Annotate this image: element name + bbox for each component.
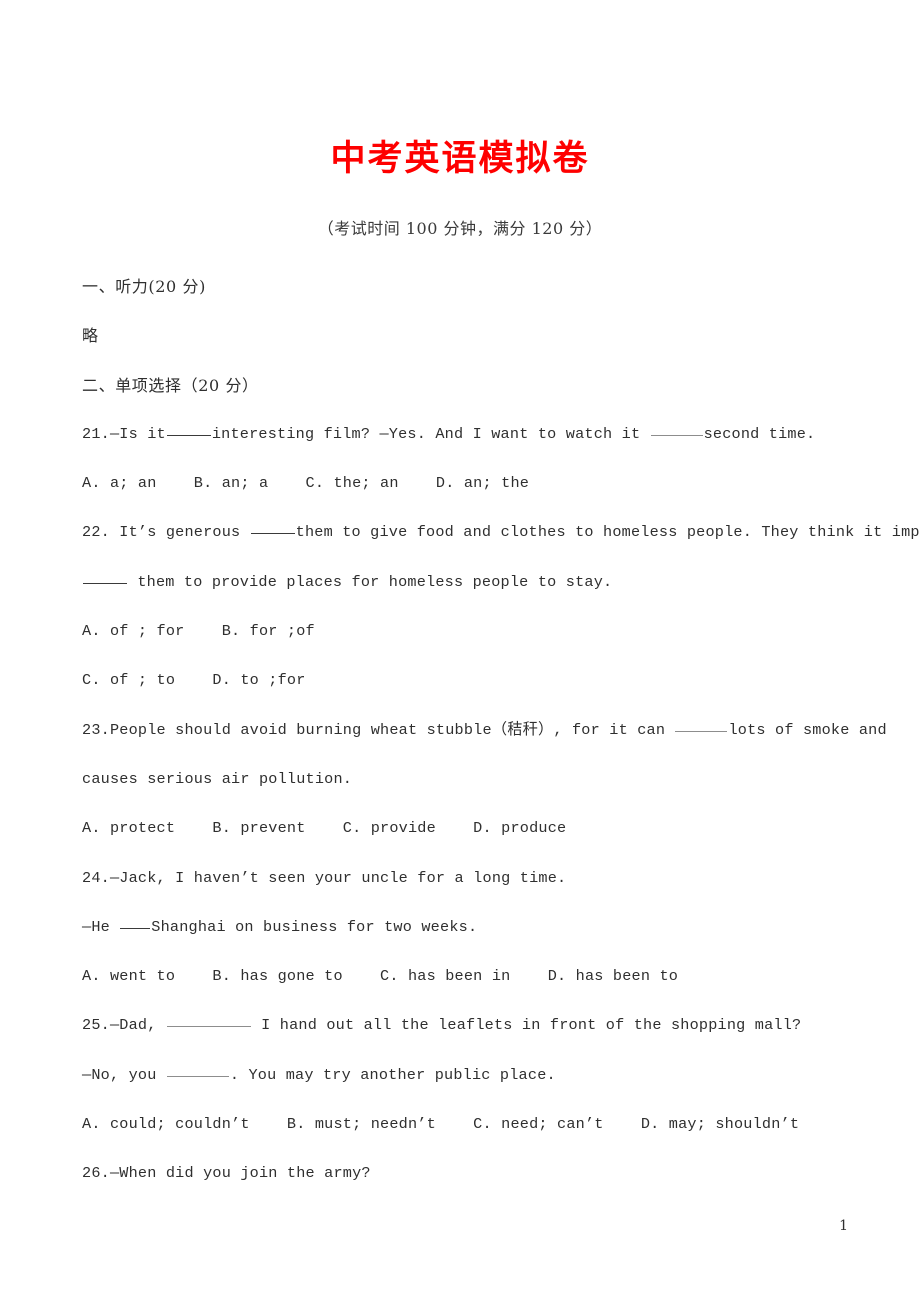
question-24-stem-line-2: —He Shanghai on business for two weeks. (82, 903, 842, 952)
question-21-blank-2 (650, 424, 703, 436)
page-number: 1 (839, 1218, 848, 1234)
question-25-blank-1 (166, 1015, 251, 1028)
question-24-stem-line-1: 24.—Jack, I haven’t seen your uncle for … (82, 868, 567, 887)
question-25-stem-line-1: 25.—Dad, I hand out all the leaflets in … (82, 1001, 842, 1050)
question-21-stem-part-b: interesting film? —Yes. And I want to wa… (211, 424, 650, 443)
question-22-stem-part-a: 22. It’s generous (82, 523, 250, 542)
question-25-stem-part-b: I hand out all the leaflets in front of … (251, 1016, 802, 1035)
exam-info-subtitle: （考试时间 100 分钟，满分 120 分） (317, 219, 603, 238)
question-21-blank-1 (166, 424, 211, 436)
question-22-stem-line-1: 22. It’s generous them to give food and … (82, 508, 920, 557)
question-24-stem-part-b: —He (82, 917, 120, 936)
question-26-stem: 26.—When did you join the army? (82, 1164, 371, 1183)
question-25-stem-part-c: —No, you (82, 1065, 166, 1084)
question-22-stem-line-2: them to provide places for homeless peop… (82, 558, 842, 607)
question-25-stem-part-d: . You may try another public place. (229, 1065, 556, 1084)
exam-body: 一、听力(20 分) 略 二、单项选择（20 分） 21.—Is it inter… (82, 262, 920, 1199)
question-24-stem-part-c: Shanghai on business for two weeks. (151, 917, 478, 936)
question-24-options: A. went to B. has gone to C. has been in… (82, 967, 679, 986)
question-21-options: A. a; an B. an; a C. the; an D. an; the (82, 474, 530, 493)
question-24-blank-1 (120, 917, 151, 929)
question-23-options: A. protect B. prevent C. provide D. prod… (82, 819, 567, 838)
question-23-stem-part-a: 23.People should avoid burning wheat stu… (82, 720, 675, 739)
section-body-listening: 略 (82, 326, 99, 346)
page-title: 中考英语模拟卷 (330, 139, 590, 179)
question-25-stem-line-2: —No, you . You may try another public pl… (82, 1051, 842, 1100)
question-21-stem: 21.—Is it interesting film? —Yes. And I w… (82, 410, 842, 459)
question-22-stem-part-b: them to give food and clothes to homeles… (295, 523, 920, 542)
question-23-blank-1 (675, 720, 728, 732)
exam-paper-page: 中考英语模拟卷 （考试时间 100 分钟，满分 120 分） 一、听力(20 分… (0, 0, 920, 1302)
question-21-stem-part-a: 21.—Is it (82, 424, 166, 443)
question-22-options-line-1: A. of ; for B. for ;of (82, 622, 315, 641)
question-23-stem-line-1: 23.People should avoid burning wheat stu… (82, 706, 887, 755)
question-22-stem-part-c: them to provide places for homeless peop… (128, 572, 613, 591)
section-heading-multiple-choice: 二、单项选择（20 分） (82, 375, 259, 395)
question-25-stem-part-a: 25.—Dad, (82, 1016, 166, 1035)
question-23-stem-line-2: causes serious air pollution. (82, 769, 353, 788)
question-22-options-line-2: C. of ; to D. to ;for (82, 671, 306, 690)
question-25-options: A. could; couldn’t B. must; needn’t C. n… (82, 1115, 800, 1134)
section-heading-listening: 一、听力(20 分) (82, 277, 206, 296)
question-23-stem-part-b: lots of smoke and (728, 720, 887, 739)
question-22-blank-2 (83, 572, 127, 584)
question-25-blank-2 (166, 1065, 229, 1077)
question-22-blank-1 (250, 522, 295, 535)
question-21-stem-part-c: second time. (703, 424, 816, 443)
